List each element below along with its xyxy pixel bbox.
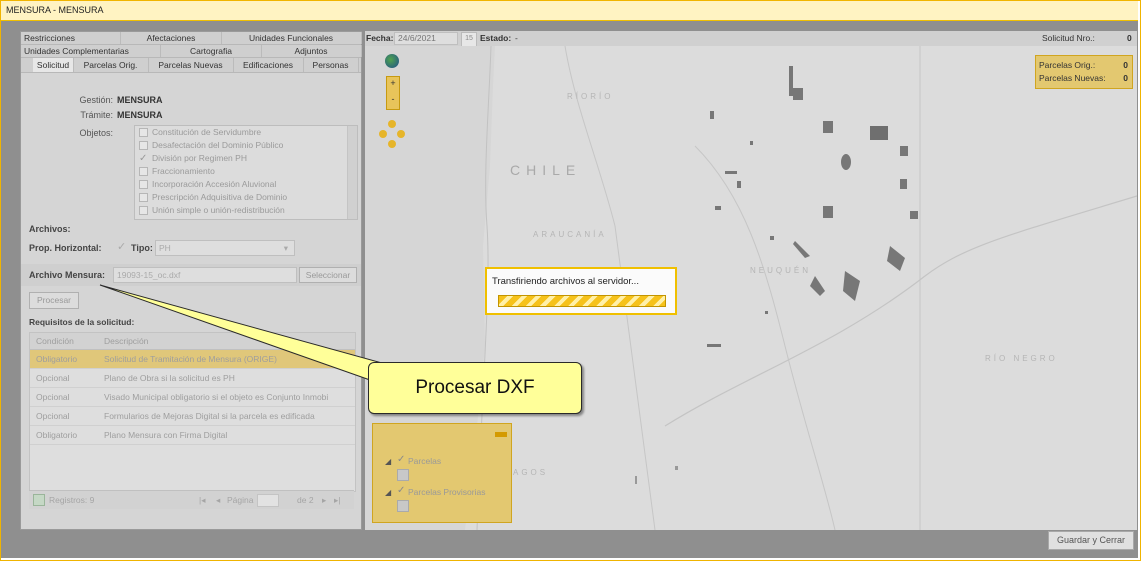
guardar-y-cerrar-button[interactable]: Guardar y Cerrar <box>1048 531 1134 550</box>
callout-text: Procesar DXF <box>415 377 535 398</box>
procesar-dxf-callout: Procesar DXF <box>368 362 582 414</box>
callout-pointer <box>99 284 383 381</box>
